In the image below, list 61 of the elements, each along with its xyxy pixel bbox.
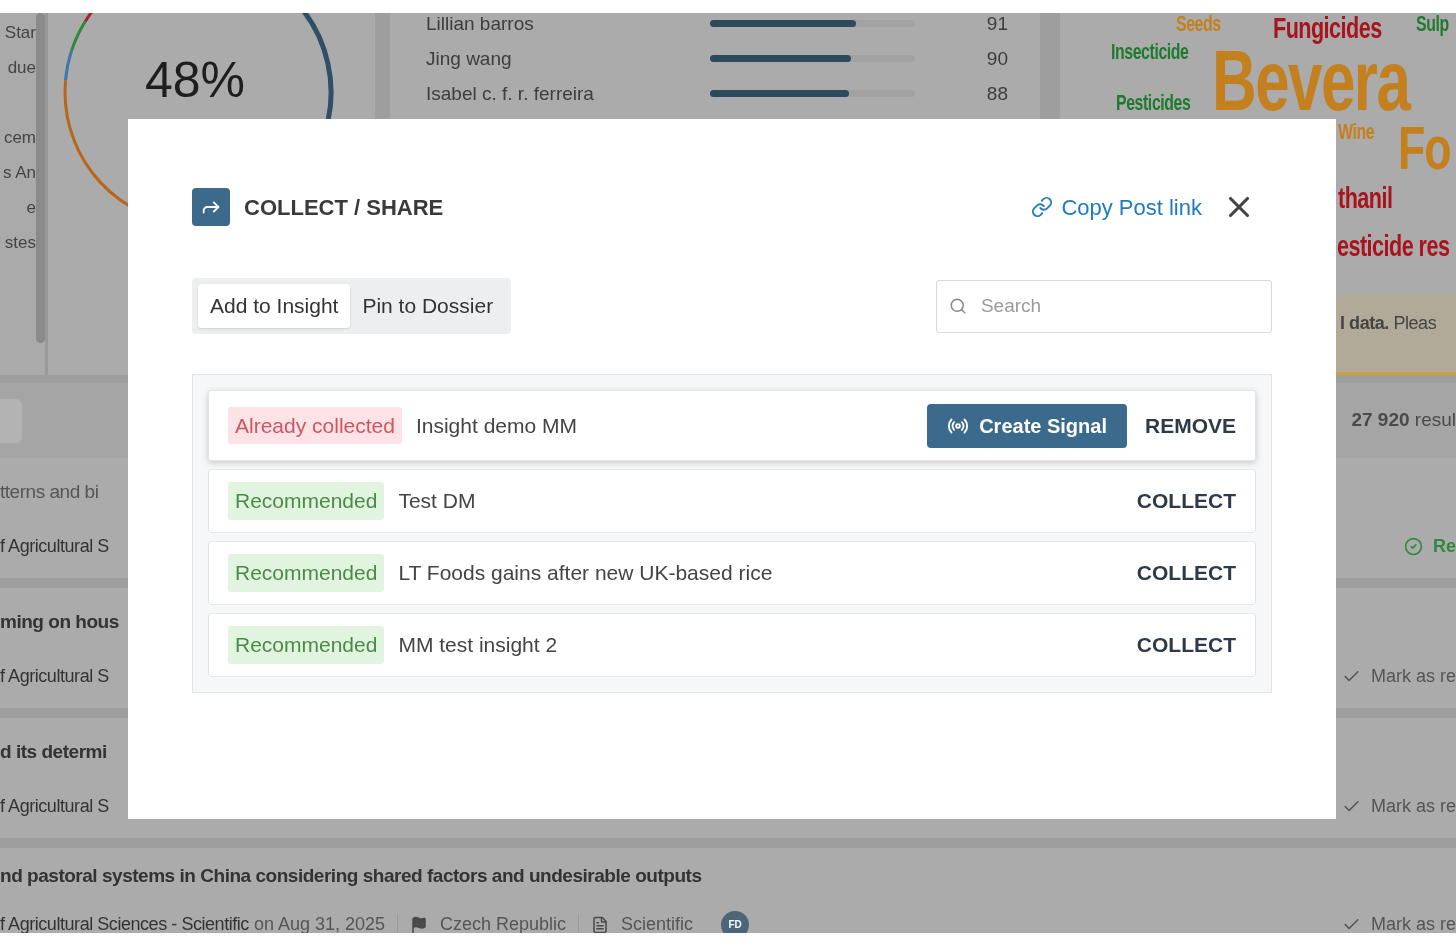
link-icon (1031, 196, 1054, 218)
search-icon (949, 296, 967, 316)
status-badge: Already collected (228, 406, 402, 445)
scrollbar[interactable] (36, 13, 45, 343)
tab[interactable]: Add to Insight (198, 284, 351, 328)
insight-row[interactable]: Already collected Insight demo MM Create Signal REMOVE (208, 390, 1256, 461)
author-name: Lillian barros (426, 13, 535, 35)
insight-action[interactable]: REMOVE (1145, 409, 1236, 442)
status-badge: Recommended (228, 482, 385, 520)
sidebar-text: due (7, 57, 36, 79)
cloud-word: Pesticides (1116, 92, 1191, 114)
create-signal-button[interactable]: Create Signal (927, 403, 1127, 448)
result-source: f Agricultural Sciences - Scientific (0, 913, 249, 933)
insight-action[interactable]: COLLECT (1136, 557, 1236, 589)
result-source: f Agricultural S (0, 534, 109, 558)
cloud-word: Wine (1338, 121, 1375, 143)
sidebar-text: stes (4, 232, 36, 254)
cloud-word: esticide res (1337, 231, 1450, 261)
insight-name: Test DM (398, 488, 476, 515)
result-date: on Aug 31, 2025 (253, 913, 386, 933)
author-name: Jing wang (426, 48, 513, 70)
cloud-word: Fo (1398, 117, 1451, 179)
insight-name: LT Foods gains after new UK-based rice (398, 560, 773, 587)
result-country: Czech Republic (440, 913, 567, 933)
result-source: f Agricultural S (0, 794, 109, 818)
author-score: 91 (985, 13, 1008, 35)
results-count: 27 920 resul (1351, 408, 1456, 433)
flag-icon (410, 915, 429, 933)
cloud-word: Sulp (1416, 13, 1449, 35)
sidebar-text: cem (3, 127, 36, 149)
result-card[interactable]: nd pastoral systems in China considering shared factors and undesirable outputs f Agricultural Sciences - Scientific on Aug 31, 2025 Czech Republic Scientific FD Mark as re (0, 848, 1456, 933)
status-badge: Recommended (228, 554, 385, 592)
share-icon (192, 188, 230, 226)
result-title[interactable]: nd pastoral systems in China considering shared factors and undesirable outputs (0, 862, 1456, 891)
sidebar-text: Star (4, 22, 36, 44)
cloud-word: Seeds (1176, 13, 1221, 35)
cloud-word: Insecticide (1111, 41, 1189, 63)
gauge-value: 48% (145, 55, 246, 105)
insight-name: MM test insight 2 (398, 632, 558, 659)
insight-row[interactable]: Recommended LT Foods gains after new UK-based rice COLLECT (208, 541, 1256, 605)
sidebar-text: e (26, 197, 36, 219)
insight-action[interactable]: COLLECT (1136, 629, 1236, 661)
author-name: Isabel c. f. r. ferreira (426, 83, 595, 105)
sidebar-text: s An (2, 162, 36, 184)
insight-row[interactable]: Recommended MM test insight 2 COLLECT (208, 613, 1256, 677)
status-badge: Recommended (228, 626, 385, 664)
copy-link[interactable]: Copy Post link (1031, 190, 1202, 224)
check-circle-icon (1404, 536, 1423, 556)
tab[interactable]: Pin to Dossier (350, 284, 506, 328)
insight-name: Insight demo MM (415, 412, 577, 439)
insight-row[interactable]: Recommended Test DM COLLECT (208, 469, 1256, 533)
author-score: 90 (985, 48, 1008, 70)
user-avatar: FD (721, 910, 750, 933)
search-field[interactable]: Search (936, 279, 1272, 333)
document-icon (591, 915, 610, 933)
insight-action[interactable]: COLLECT (1136, 485, 1236, 517)
result-type: Scientific (621, 913, 694, 933)
author-score: 88 (985, 83, 1008, 105)
cloud-word: thanil (1338, 183, 1393, 213)
result-source: f Agricultural S (0, 664, 109, 688)
dialog-title: COLLECT / SHARE (244, 193, 444, 222)
